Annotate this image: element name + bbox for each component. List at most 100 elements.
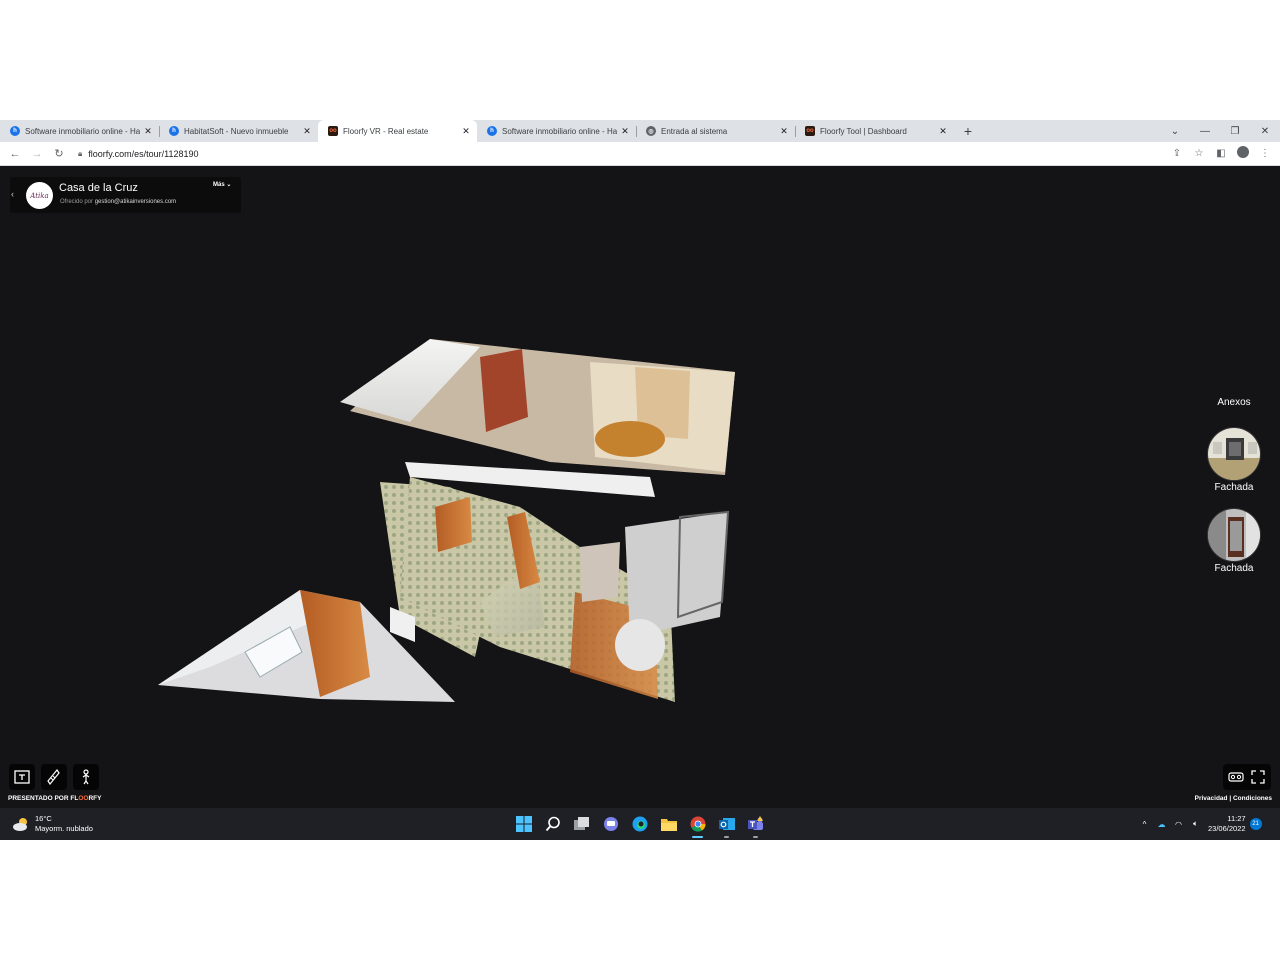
notification-badge[interactable]: 21 <box>1249 818 1262 830</box>
close-icon[interactable]: ✕ <box>779 126 789 137</box>
tab-active[interactable]: oo Floorfy VR - Real estate ✕ <box>318 120 477 142</box>
weather-condition: Mayorm. nublado <box>35 824 93 833</box>
close-icon[interactable]: ✕ <box>461 126 471 137</box>
annex-item[interactable]: Fachada <box>1207 427 1261 493</box>
onedrive-cloud-icon[interactable]: ☁ <box>1153 820 1170 829</box>
annex-item[interactable]: Fachada <box>1207 508 1261 574</box>
start-button[interactable] <box>509 808 538 840</box>
tour-viewer[interactable]: ‹ Atika Casa de la Cruz Ofrecido por ges… <box>0 167 1280 808</box>
tab[interactable]: h Software inmobiliario online - Ha ✕ <box>0 120 159 142</box>
tour-info-panel: ‹ Atika Casa de la Cruz Ofrecido por ges… <box>10 177 241 213</box>
floorfy-icon: oo <box>805 126 815 136</box>
lock-icon: 🔒︎ <box>78 148 83 158</box>
facade-image <box>1208 428 1260 480</box>
conditions-link[interactable]: Condiciones <box>1233 795 1272 802</box>
tab[interactable]: h Software inmobiliario online - Ha ✕ <box>477 120 636 142</box>
address-bar: ← → ↻ 🔒︎ floorfy.com/es/tour/1128190 ⇪ ☆… <box>0 142 1280 166</box>
annexes-title: Anexos <box>1217 397 1251 408</box>
tab-title: Floorfy Tool | Dashboard <box>820 126 907 136</box>
teams-chat-button[interactable] <box>596 808 625 840</box>
powered-by-floorfy[interactable]: PRESENTADO POR FLOORFY <box>8 795 101 802</box>
legal-links: Privacidad | Condiciones <box>1180 795 1272 802</box>
address-bar-actions: ⇪ ☆ ◧ ⋮ <box>1166 146 1280 161</box>
date: 23/06/2022 <box>1208 824 1246 833</box>
search-icon <box>545 816 560 832</box>
floorfy-brand-c: RFY <box>88 795 102 802</box>
taskbar: 16°C Mayorm. nublado ^ ☁ ◠ 🔈︎ 11:27 23/0… <box>0 808 1280 840</box>
fullscreen-button[interactable] <box>1245 764 1271 790</box>
close-icon[interactable]: ✕ <box>143 126 153 137</box>
minimize-icon[interactable]: — <box>1190 126 1220 137</box>
clock[interactable]: 11:27 23/06/2022 <box>1208 814 1246 834</box>
chevron-up-icon[interactable]: ^ <box>1136 820 1153 829</box>
walk-mode-button[interactable] <box>73 764 99 790</box>
tab-title: Floorfy VR - Real estate <box>343 126 429 136</box>
model-table <box>595 421 665 457</box>
tab-title: Entrada al sistema <box>661 126 728 136</box>
tab-strip: h Software inmobiliario online - Ha ✕ h … <box>0 120 1280 142</box>
habitatsoft-icon: h <box>10 126 20 136</box>
tab[interactable]: ◎ Entrada al sistema ✕ <box>636 120 795 142</box>
model-white-door <box>580 542 620 602</box>
forward-arrow-icon[interactable]: → <box>26 148 48 160</box>
legal-separator: | <box>1229 795 1232 802</box>
restore-icon[interactable]: ❐ <box>1220 126 1250 137</box>
tab-search-icon[interactable]: ⌄ <box>1160 126 1190 137</box>
profile-avatar-icon[interactable] <box>1232 146 1254 161</box>
tab[interactable]: h HabitatSoft - Nuevo inmueble ✕ <box>159 120 318 142</box>
measure-button[interactable] <box>41 764 67 790</box>
vr-headset-icon <box>1228 772 1244 782</box>
habitatsoft-icon: h <box>169 126 179 136</box>
menu-dots-icon[interactable]: ⋮ <box>1254 148 1276 159</box>
agency-email[interactable]: gestion@atikainversiones.com <box>95 199 176 205</box>
habitatsoft-icon: h <box>487 126 497 136</box>
teams-icon <box>747 816 763 830</box>
close-window-icon[interactable]: ✕ <box>1250 126 1280 137</box>
window-controls: ⌄ — ❐ ✕ <box>1160 120 1280 142</box>
task-view-button[interactable] <box>567 808 596 840</box>
chevron-down-icon: ⌄ <box>226 182 232 188</box>
dollhouse-3d-model[interactable] <box>150 327 750 702</box>
url-field[interactable]: 🔒︎ floorfy.com/es/tour/1128190 <box>78 149 1138 159</box>
more-button[interactable]: Más ⌄ <box>213 181 231 188</box>
edge-button[interactable] <box>625 808 654 840</box>
fullscreen-icon <box>1251 770 1265 784</box>
close-icon[interactable]: ✕ <box>938 126 948 137</box>
back-arrow-icon[interactable]: ← <box>4 148 26 160</box>
temperature: 16°C <box>35 814 52 823</box>
tour-title: Casa de la Cruz <box>59 182 138 194</box>
floorfy-brand-b: OO <box>78 795 89 802</box>
reload-icon[interactable]: ↻ <box>48 147 70 160</box>
tab[interactable]: oo Floorfy Tool | Dashboard ✕ <box>795 120 954 142</box>
outlook-icon <box>718 818 735 830</box>
weather-widget[interactable]: 16°C Mayorm. nublado <box>12 814 93 834</box>
close-icon[interactable]: ✕ <box>620 126 630 137</box>
powered-prefix: PRESENTADO POR <box>8 795 69 802</box>
more-label: Más <box>213 182 225 188</box>
annex-label: Fachada <box>1214 563 1254 574</box>
facade-thumbnail[interactable] <box>1207 508 1261 562</box>
side-panel-icon[interactable]: ◧ <box>1210 148 1232 159</box>
share-icon[interactable]: ⇪ <box>1166 148 1188 159</box>
model-balcony <box>625 512 728 637</box>
privacy-link[interactable]: Privacidad <box>1195 795 1228 802</box>
model-sink <box>615 619 665 671</box>
teams-button[interactable] <box>741 808 770 840</box>
new-tab-button[interactable]: + <box>954 120 982 142</box>
weather-text: 16°C Mayorm. nublado <box>35 814 93 834</box>
bookmark-star-icon[interactable]: ☆ <box>1188 148 1210 159</box>
volume-icon[interactable]: 🔈︎ <box>1187 819 1204 829</box>
facade-thumbnail[interactable] <box>1207 427 1261 481</box>
outlook-button[interactable] <box>712 808 741 840</box>
search-button[interactable] <box>538 808 567 840</box>
floorfy-icon: oo <box>328 126 338 136</box>
chevron-left-icon[interactable]: ‹ <box>11 189 14 199</box>
tab-title: Software inmobiliario online - Ha <box>502 126 617 136</box>
hand-pointer-icon <box>82 769 90 785</box>
ruler-icon <box>47 769 60 785</box>
file-explorer-button[interactable] <box>654 808 683 840</box>
wifi-icon[interactable]: ◠ <box>1170 820 1187 829</box>
floorplan-button[interactable] <box>9 764 35 790</box>
close-icon[interactable]: ✕ <box>302 126 312 137</box>
chrome-button[interactable] <box>683 808 712 840</box>
